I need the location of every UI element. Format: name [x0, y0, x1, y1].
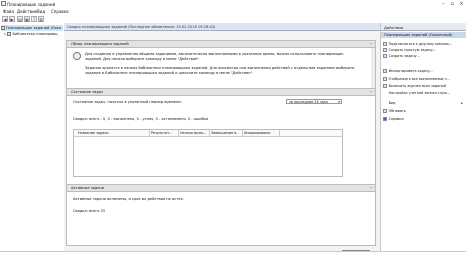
main-content: Сводка планировщика заданий (Последнее о…: [64, 23, 380, 256]
action-view[interactable]: Вид ▸: [383, 100, 465, 106]
folder-icon: [7, 32, 12, 36]
period-label: Состояние задач, начатых в указанный пер…: [73, 100, 182, 104]
app-window: Планировщик заданий – ▫ × Файл Действие …: [0, 0, 466, 261]
refresh-icon: [383, 109, 387, 113]
column-header-initiated[interactable]: Инициировано: [244, 131, 278, 135]
overview-text-2b: задание в Библиотеке планировщика задани…: [85, 71, 254, 75]
scheduler-app-icon: [1, 1, 6, 6]
show-hide-tree-icon[interactable]: ▤: [17, 16, 23, 22]
action-import-task[interactable]: Импортировать задачу...: [383, 68, 465, 74]
column-header-end[interactable]: Завершение в...: [211, 131, 241, 135]
computer-icon: [383, 42, 387, 46]
wizard-icon: [383, 48, 387, 52]
task-status-title: Состояние задач: [71, 90, 104, 94]
overview-section-header[interactable]: Обзор планировщика заданий ⌃: [67, 41, 375, 48]
column-header-start[interactable]: Начало выпо...: [180, 131, 208, 135]
forward-icon[interactable]: ▶: [9, 16, 15, 22]
collapse-icon[interactable]: ⌃: [370, 90, 373, 95]
clock-folder-icon: [1, 26, 5, 30]
action-enable-history[interactable]: Включить журнал всех заданий: [383, 83, 465, 89]
menu-bar: Файл Действие Вид Справка: [0, 8, 466, 15]
title-bar: Планировщик заданий – ▫ ×: [0, 0, 466, 8]
action-service-account[interactable]: Настройка учетной записи служ...: [383, 90, 465, 96]
view-icon: [383, 101, 387, 105]
properties-icon[interactable]: ▦: [24, 16, 30, 22]
actions-header: Действия: [381, 23, 466, 31]
column-header-result[interactable]: Результат...: [151, 131, 177, 135]
help-icon[interactable]: ?: [31, 16, 37, 22]
table-header: Название задачи Результат... Начало выпо…: [74, 130, 342, 137]
menu-file[interactable]: Файл: [3, 9, 14, 14]
import-icon: [383, 69, 387, 73]
active-tasks-title: Активные задачи: [71, 186, 104, 190]
task-status-section-header[interactable]: Состояние задач ⌃: [67, 89, 375, 96]
actions-group-header[interactable]: Планировщик заданий (Локальный): [381, 32, 466, 38]
overview-title: Обзор планировщика заданий: [71, 42, 129, 46]
actions-group-title: Планировщик заданий (Локальный): [384, 33, 453, 37]
menu-help[interactable]: Справка: [51, 9, 69, 14]
actions-title: Действия: [384, 24, 404, 30]
period-dropdown-value: за последние 24 часа: [289, 100, 328, 104]
overview-text-2a: Задания хранятся в папках библиотеки пла…: [85, 66, 355, 70]
account-icon: [383, 91, 387, 95]
expand-arrow-icon[interactable]: ▷: [4, 32, 6, 36]
column-header-name[interactable]: Название задачи: [78, 131, 148, 135]
minimize-button[interactable]: –: [440, 1, 447, 7]
overview-text-1a: Для создания и управления общими задания…: [85, 52, 344, 56]
collapse-icon[interactable]: ⌃: [370, 186, 373, 191]
content-header: Сводка планировщика заданий (Последнее о…: [64, 23, 380, 31]
collapse-icon[interactable]: ⌃: [370, 42, 373, 47]
active-tasks-description: Активные задачи включены, и срок их дейс…: [73, 197, 184, 201]
log-icon: [383, 84, 387, 88]
action-help[interactable]: Справка: [383, 116, 465, 122]
submenu-arrow-icon: ▸: [461, 101, 463, 105]
period-dropdown[interactable]: за последние 24 часа ▾: [286, 99, 342, 104]
help-icon: [383, 117, 387, 121]
action-pane-icon[interactable]: ▥: [38, 16, 44, 22]
window-title: Планировщик заданий: [7, 2, 56, 7]
running-tasks-icon: [383, 77, 387, 81]
summary-header-text: Сводка планировщика заданий (Последнее о…: [67, 24, 216, 29]
menu-view[interactable]: Вид: [37, 9, 45, 14]
back-icon[interactable]: ◀: [2, 16, 8, 22]
maximize-button[interactable]: ▫: [449, 1, 456, 7]
close-button[interactable]: ×: [458, 1, 465, 7]
menu-action[interactable]: Действие: [17, 9, 37, 14]
task-status-section: Состояние задач ⌃ Состояние задач, начат…: [66, 88, 376, 186]
status-summary: Сводка: всего - 0, 0 - выполнено, 0 - ус…: [73, 117, 209, 121]
action-create-task[interactable]: Создать задачу...: [383, 53, 465, 59]
task-status-table[interactable]: Название задачи Результат... Начало выпо…: [73, 129, 343, 177]
clock-icon: [73, 52, 81, 60]
action-refresh[interactable]: Обновить: [383, 108, 465, 114]
active-tasks-summary: Сводка: всего 25: [73, 209, 106, 213]
chevron-down-icon: ▾: [338, 100, 340, 104]
active-tasks-section-header[interactable]: Активные задачи ⌃: [67, 185, 375, 192]
active-tasks-section: Активные задачи ⌃ Активные задачи включе…: [66, 184, 376, 246]
tree-item-library[interactable]: ▷ Библиотека планировщ: [4, 31, 66, 37]
actions-pane: Действия Планировщик заданий (Локальный)…: [380, 23, 466, 251]
new-task-icon: [383, 54, 387, 58]
action-display-running[interactable]: Отображать все выполняемые з...: [383, 76, 465, 82]
overview-text-1b: заданий. Для начала выберите команду в м…: [85, 57, 201, 61]
navigation-tree: Планировщик заданий (Лока ▷ Библиотека п…: [0, 23, 65, 251]
